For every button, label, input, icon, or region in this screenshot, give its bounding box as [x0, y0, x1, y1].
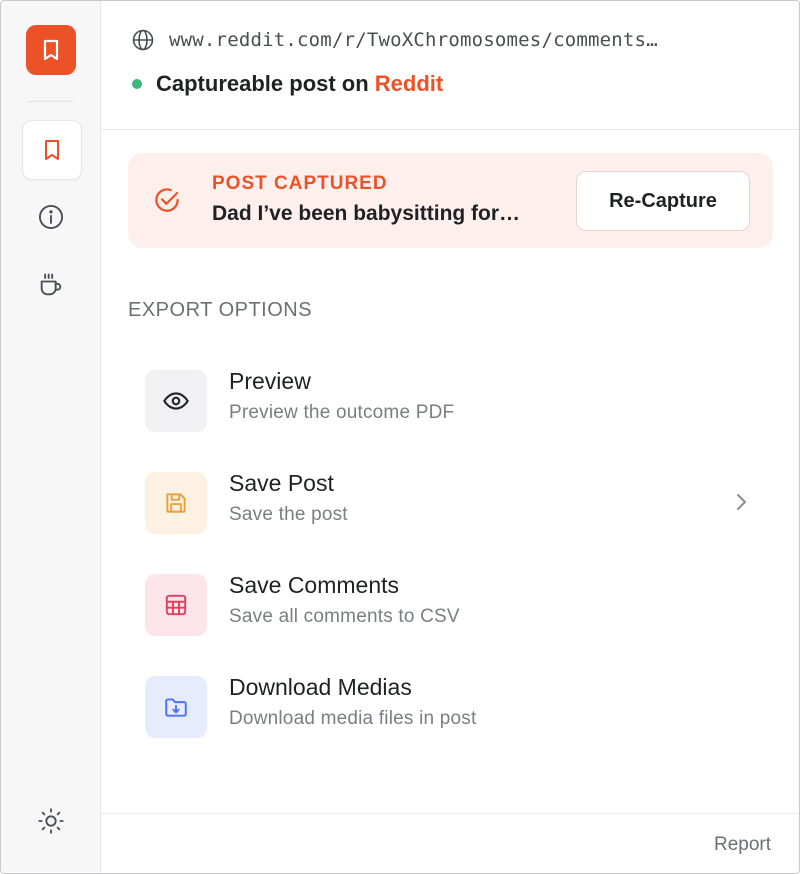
page-header: www.reddit.com/r/TwoXChromosomes/comment…: [101, 1, 799, 130]
chevron-right-icon: [737, 494, 746, 510]
option-subtitle: Preview the outcome PDF: [229, 402, 455, 423]
sidebar: [1, 1, 101, 873]
capture-status-card: POST CAPTURED Dad I’ve been babysitting …: [128, 153, 773, 248]
table-icon: [165, 594, 187, 616]
option-subtitle: Save all comments to CSV: [229, 606, 460, 627]
option-title: Save Post: [229, 470, 334, 496]
globe-icon: [132, 29, 154, 51]
sidebar-divider: [28, 101, 74, 102]
save-comments-icon-box: [145, 574, 207, 636]
brand-name: Reddit: [374, 71, 444, 96]
export-option-preview[interactable]: Preview Preview the outcome PDF: [128, 356, 773, 446]
option-title: Preview: [229, 368, 311, 394]
capture-kicker: POST CAPTURED: [212, 173, 388, 194]
download-medias-icon-box: [145, 676, 207, 738]
footer: Report: [101, 813, 799, 873]
option-subtitle: Download media files in post: [229, 708, 477, 729]
check-circle-icon: [155, 188, 179, 212]
preview-icon-box: [145, 370, 207, 432]
info-icon: [38, 204, 64, 230]
sidebar-item-info[interactable]: [22, 188, 80, 246]
export-option-download-medias[interactable]: Download Medias Download media files in …: [128, 662, 773, 752]
extension-panel: www.reddit.com/r/TwoXChromosomes/comment…: [0, 0, 800, 874]
status-indicator: [132, 79, 142, 89]
bookmark-icon: [45, 140, 59, 160]
floppy-icon: [166, 493, 186, 513]
sidebar-item-support[interactable]: [22, 256, 80, 314]
option-title: Save Comments: [229, 572, 400, 598]
status-text: Captureable post on Reddit: [156, 71, 444, 96]
captured-post-title: Dad I’ve been babysitting for…: [212, 202, 521, 225]
eye-icon: [163, 392, 189, 410]
theme-toggle[interactable]: [37, 807, 65, 835]
recapture-button[interactable]: Re-Capture: [576, 171, 750, 231]
sidebar-item-capture[interactable]: [22, 120, 82, 180]
option-title: Download Medias: [229, 674, 412, 700]
coffee-icon: [40, 273, 62, 296]
export-option-save-comments[interactable]: Save Comments Save all comments to CSV: [128, 560, 773, 650]
folder-download-icon: [165, 698, 187, 717]
url-row: www.reddit.com/r/TwoXChromosomes/comment…: [131, 28, 658, 52]
sun-icon: [38, 808, 64, 834]
option-subtitle: Save the post: [229, 504, 348, 525]
section-label: EXPORT OPTIONS: [128, 299, 313, 321]
export-option-save-post[interactable]: Save Post Save the post: [128, 458, 773, 548]
status-row: Captureable post on Reddit: [132, 71, 443, 97]
app-logo[interactable]: [26, 25, 76, 75]
report-link[interactable]: Report: [714, 834, 771, 856]
save-post-icon-box: [145, 472, 207, 534]
bookmark-icon: [43, 39, 59, 61]
page-url: www.reddit.com/r/TwoXChromosomes/comment…: [169, 29, 658, 51]
